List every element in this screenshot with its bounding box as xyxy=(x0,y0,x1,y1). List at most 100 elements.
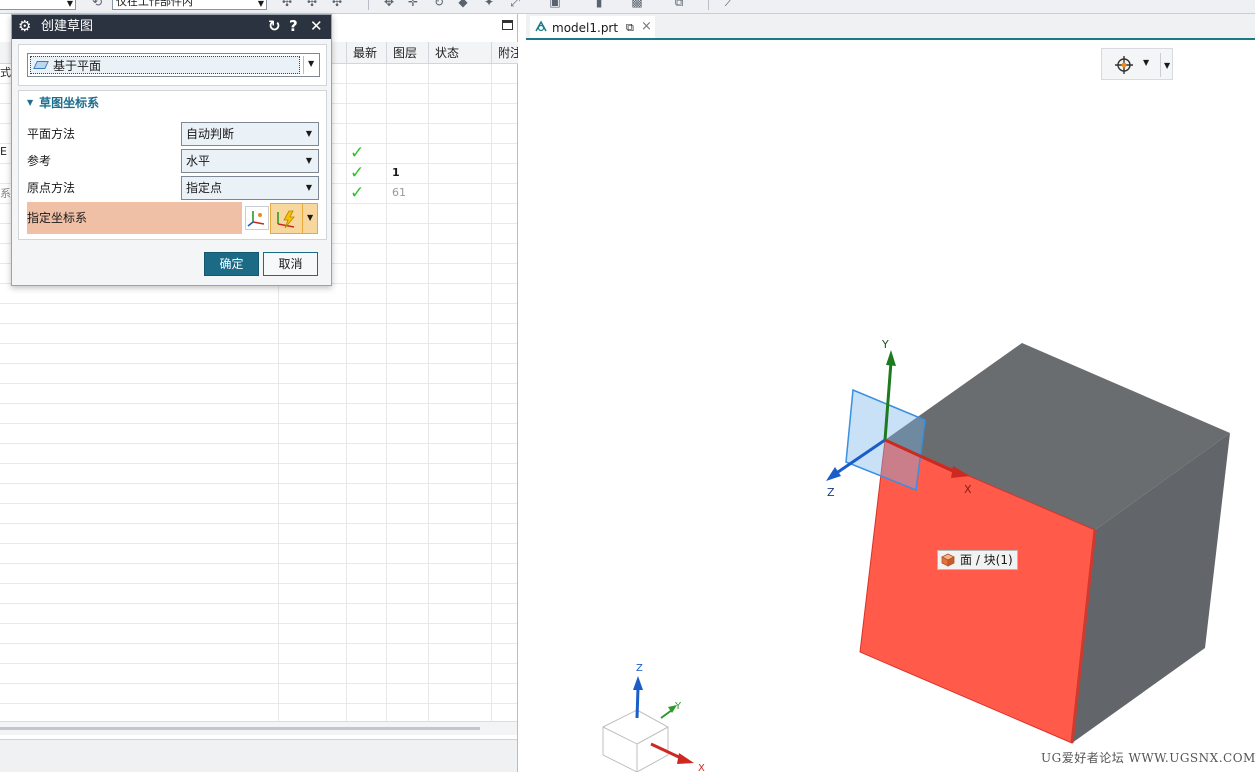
table-row[interactable] xyxy=(0,404,517,424)
csys-dialog-icon[interactable] xyxy=(245,206,269,230)
sketch-type-value: 基于平面 xyxy=(53,59,102,73)
latest-check-icon: ✓ xyxy=(350,163,365,183)
toolbar-divider-2 xyxy=(708,0,709,10)
column-header-layer[interactable]: 图层 xyxy=(386,42,428,64)
z-axis-label: Z xyxy=(827,486,835,499)
table-row[interactable] xyxy=(0,564,517,584)
table-row[interactable] xyxy=(0,524,517,544)
snap-icon-2[interactable]: ✣ xyxy=(305,0,319,8)
table-row[interactable] xyxy=(0,684,517,704)
graphics-window[interactable]: model1.prt ⧉ × ▼ ▼ Y Z X Z Y X 面 / 块(1) … xyxy=(526,14,1255,772)
block-icon xyxy=(941,553,955,567)
table-row[interactable] xyxy=(0,464,517,484)
origin-method-select[interactable]: 指定点 ▼ xyxy=(181,176,319,200)
table-row[interactable] xyxy=(0,484,517,504)
table-row[interactable] xyxy=(0,304,517,324)
inferred-csys-dropdown[interactable]: ▼ xyxy=(270,203,318,234)
table-row[interactable] xyxy=(0,644,517,664)
reference-label: 参考 xyxy=(27,154,52,168)
plane-method-value: 自动判断 xyxy=(186,127,235,141)
cancel-button[interactable]: 取消 xyxy=(263,252,318,276)
table-row[interactable] xyxy=(0,504,517,524)
help-icon[interactable]: ? xyxy=(289,18,298,34)
snap-icon[interactable]: ✣ xyxy=(280,0,294,8)
triad-x-label: X xyxy=(698,763,705,772)
ok-button[interactable]: 确定 xyxy=(204,252,259,276)
table-row[interactable] xyxy=(0,384,517,404)
table-row[interactable] xyxy=(0,604,517,624)
close-icon[interactable]: ✕ xyxy=(310,18,323,34)
chevron-down-icon[interactable]: ▼ xyxy=(308,59,314,68)
section-header[interactable]: ▼ 草图坐标系 xyxy=(27,95,99,113)
specify-csys-label: 指定坐标系 xyxy=(27,211,88,225)
measure-icon[interactable]: ⟋ xyxy=(722,0,736,8)
z-axis-arrow[interactable] xyxy=(826,467,841,481)
column-header-status[interactable]: 状态 xyxy=(428,42,491,64)
cube-icon[interactable]: ▩ xyxy=(630,0,644,8)
horizontal-scrollbar[interactable] xyxy=(0,721,517,735)
render-style-icon[interactable]: ▮ xyxy=(592,0,606,8)
table-row[interactable] xyxy=(0,544,517,564)
create-sketch-dialog: ⚙ 创建草图 ↻ ? ✕ 基于平面 ▼ ▼ 草图坐标系 平面方法 自动判断 ▼ xyxy=(11,14,332,286)
model-viewport[interactable]: Y Z X Z Y X xyxy=(526,14,1255,772)
triad-y-label: Y xyxy=(674,701,682,712)
reset-icon[interactable]: ↻ xyxy=(268,18,281,34)
select-divider xyxy=(303,56,304,74)
collapse-caret-icon[interactable]: ▼ xyxy=(27,98,33,107)
chevron-down-icon[interactable]: ▼ xyxy=(306,156,312,165)
gear-icon[interactable]: ⚙ xyxy=(18,18,31,34)
chevron-down-icon[interactable]: ▼ xyxy=(306,129,312,138)
table-row[interactable] xyxy=(0,364,517,384)
table-row[interactable] xyxy=(0,324,517,344)
table-row[interactable] xyxy=(0,424,517,444)
origin-method-label: 原点方法 xyxy=(27,181,76,195)
y-axis-arrow[interactable] xyxy=(886,350,896,366)
truncated-row-label: 系 xyxy=(0,187,11,200)
latest-check-icon: ✓ xyxy=(350,143,365,163)
grid-line xyxy=(428,64,429,734)
plane-method-select[interactable]: 自动判断 ▼ xyxy=(181,122,319,146)
table-row[interactable] xyxy=(0,444,517,464)
dialog-title: 创建草图 xyxy=(41,19,94,34)
sketch-csys-section: ▼ 草图坐标系 平面方法 自动判断 ▼ 参考 水平 ▼ 原点方法 指定点 ▼ 指定… xyxy=(18,90,327,240)
column-header-latest[interactable]: 最新 xyxy=(346,42,386,64)
move-icon[interactable]: ✛ xyxy=(406,0,420,8)
layer-icon[interactable]: ⧉ xyxy=(672,0,686,8)
scope-combo-value: 仅在工作部件内 xyxy=(116,0,193,8)
view-icon[interactable]: ▣ xyxy=(548,0,562,8)
view-triad[interactable]: Z Y X xyxy=(602,663,705,772)
gear-icon[interactable]: ✦ xyxy=(482,0,496,8)
pan-icon[interactable]: ✥ xyxy=(382,0,396,8)
dialog-title-bar[interactable]: ⚙ 创建草图 ↻ ? ✕ xyxy=(12,15,331,39)
x-axis-label: X xyxy=(964,483,972,496)
split-divider xyxy=(302,204,303,233)
table-row[interactable] xyxy=(0,584,517,604)
table-row[interactable] xyxy=(0,624,517,644)
toolbar-divider xyxy=(368,0,369,10)
fit-icon[interactable]: ⤢ xyxy=(508,0,522,8)
maximize-icon[interactable] xyxy=(502,20,513,30)
reference-select[interactable]: 水平 ▼ xyxy=(181,149,319,173)
table-row[interactable] xyxy=(0,344,517,364)
filter-icon[interactable]: ⟲ xyxy=(90,0,104,8)
truncated-row-label: E xyxy=(0,145,7,158)
plane-method-label: 平面方法 xyxy=(27,127,76,141)
selection-tooltip: 面 / 块(1) xyxy=(937,550,1018,570)
y-axis-label: Y xyxy=(881,338,889,351)
reference-value: 水平 xyxy=(186,154,211,168)
table-row[interactable] xyxy=(0,284,517,304)
chevron-down-icon[interactable]: ▼ xyxy=(306,183,312,192)
rotate-icon[interactable]: ↻ xyxy=(432,0,446,8)
scrollbar-thumb[interactable] xyxy=(0,727,480,730)
snap-icon-3[interactable]: ✣ xyxy=(330,0,344,8)
selection-filter-combo[interactable]: ▼ xyxy=(0,0,76,10)
triad-z-label: Z xyxy=(636,663,643,674)
sketch-type-select[interactable]: 基于平面 ▼ xyxy=(27,53,320,77)
scope-combo[interactable]: 仅在工作部件内 ▼ xyxy=(112,0,267,10)
specify-csys-row[interactable]: 指定坐标系 xyxy=(27,202,242,234)
chevron-down-icon[interactable]: ▼ xyxy=(307,213,313,222)
table-row[interactable] xyxy=(0,664,517,684)
type-section: 基于平面 ▼ xyxy=(18,44,327,86)
column-header-note[interactable]: 附注 xyxy=(491,42,518,64)
shade-icon[interactable]: ◆ xyxy=(456,0,470,8)
